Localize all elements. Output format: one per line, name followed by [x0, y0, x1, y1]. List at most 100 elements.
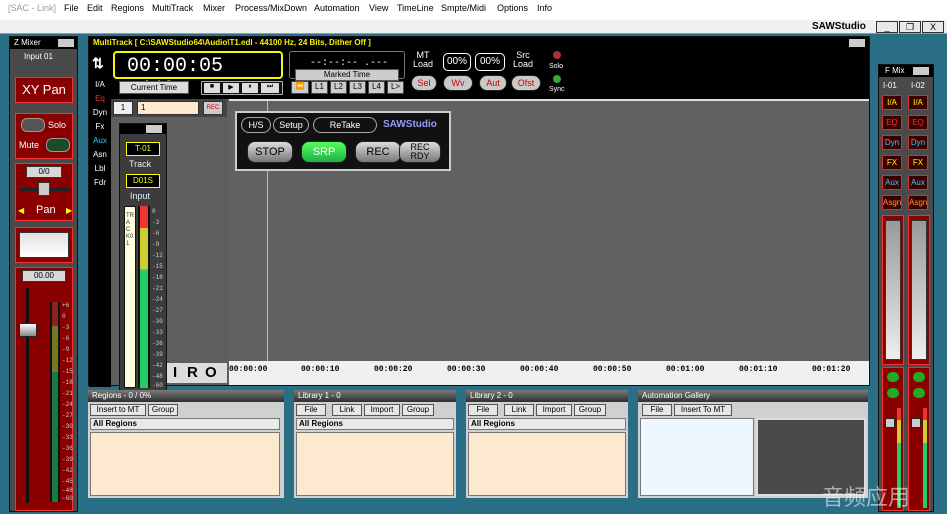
sel-button[interactable]: Sel — [411, 75, 437, 91]
locator-l3[interactable]: L3 — [349, 81, 366, 94]
iro-r-button[interactable]: R — [187, 364, 198, 381]
library1-link-button[interactable]: Link — [332, 404, 362, 416]
rewind-locator-icon[interactable]: ⏪ — [291, 81, 309, 94]
fmix-2-aux-button[interactable]: Aux — [908, 175, 928, 190]
side-tab-aux[interactable]: Aux — [91, 135, 109, 147]
stop-button[interactable]: STOP — [247, 141, 293, 163]
play-mini-icon[interactable]: ▶ — [223, 83, 239, 93]
locator-l2[interactable]: L2 — [330, 81, 347, 94]
automation-insert-button[interactable]: Insert To MT — [674, 404, 732, 416]
input-id[interactable]: D01S — [126, 174, 160, 188]
close-button[interactable]: X — [922, 21, 944, 33]
iro-i-button[interactable]: I — [173, 364, 177, 381]
wv-button[interactable]: Wv — [443, 75, 473, 91]
menu-info[interactable]: Info — [537, 3, 552, 13]
menu-edit[interactable]: Edit — [87, 3, 103, 13]
forward-mini-icon[interactable]: ⏭ — [261, 83, 279, 93]
track-id[interactable]: T-01 — [126, 142, 160, 156]
stop-mini-icon[interactable]: ■ — [204, 83, 220, 93]
ofst-button[interactable]: Ofst — [511, 75, 541, 91]
fmix-1-aux-button[interactable]: Aux — [882, 175, 902, 190]
side-tab-dyn[interactable]: Dyn — [91, 107, 109, 119]
regions-group-button[interactable]: Group — [148, 404, 178, 416]
updown-arrows-icon[interactable]: ⇅ — [92, 55, 104, 72]
pan-value[interactable]: 0/0 — [26, 166, 62, 178]
current-time-counter[interactable]: 00:00:05 .449 — [113, 51, 283, 101]
pan-left-icon[interactable]: ◀ — [18, 206, 24, 215]
side-tab-asn[interactable]: Asn — [91, 149, 109, 161]
fmix-1-solo-icon[interactable] — [887, 372, 899, 382]
fmix-1-mute-icon[interactable] — [887, 388, 899, 398]
minimize-button[interactable]: _ — [876, 21, 898, 33]
side-tab-lbl[interactable]: Lbl — [91, 163, 109, 175]
fader-track[interactable] — [26, 288, 29, 503]
retake-button[interactable]: ReTake — [313, 117, 377, 133]
srp-button[interactable]: SRP — [301, 141, 347, 163]
side-tab-fx[interactable]: Fx — [91, 121, 109, 133]
menu-smpte-midi[interactable]: Smpte/Midi — [441, 3, 486, 13]
f-mix-collapse-icon[interactable] — [913, 67, 929, 75]
menu-regions[interactable]: Regions — [111, 3, 144, 13]
library1-import-button[interactable]: Import — [364, 404, 400, 416]
fmix-1-fader-knob[interactable] — [885, 418, 895, 428]
fmix-2-fader-knob[interactable] — [911, 418, 921, 428]
menu-file[interactable]: File — [64, 3, 79, 13]
locator-lnext[interactable]: L> — [387, 81, 404, 94]
scribble-strip[interactable] — [19, 232, 69, 258]
side-tab-eq[interactable]: Eq — [91, 93, 109, 105]
library2-list[interactable] — [468, 432, 626, 496]
side-tab-fdr[interactable]: Fdr — [91, 177, 109, 189]
library2-import-button[interactable]: Import — [536, 404, 572, 416]
fmix-1-eq-button[interactable]: EQ — [882, 115, 902, 130]
fmix-1-scribble-strip[interactable] — [885, 220, 901, 360]
gain-value[interactable]: 00.00 — [22, 270, 66, 282]
pan-slider-knob[interactable] — [38, 182, 50, 196]
automation-file-button[interactable]: File — [642, 404, 672, 416]
multitrack-collapse-icon[interactable] — [849, 39, 865, 47]
locator-l1[interactable]: L1 — [311, 81, 328, 94]
fader-knob[interactable] — [19, 323, 37, 337]
fmix-2-ia-button[interactable]: I/A — [908, 95, 928, 110]
library1-group-button[interactable]: Group — [402, 404, 434, 416]
menu-view[interactable]: View — [369, 3, 388, 13]
track-name-field[interactable]: 1 — [137, 101, 199, 115]
fmix-2-scribble-strip[interactable] — [911, 220, 927, 360]
fmix-2-mute-icon[interactable] — [913, 388, 925, 398]
library1-file-button[interactable]: File — [296, 404, 326, 416]
iro-o-button[interactable]: O — [205, 364, 217, 381]
library1-list[interactable] — [296, 432, 454, 496]
fmix-1-asgn-button[interactable]: Asgn — [882, 195, 902, 210]
fmix-2-dyn-button[interactable]: Dyn — [908, 135, 928, 150]
library2-link-button[interactable]: Link — [504, 404, 534, 416]
track-number-field[interactable]: 1 — [113, 101, 133, 115]
aut-button[interactable]: Aut — [479, 75, 507, 91]
fmix-2-fx-button[interactable]: FX — [908, 155, 928, 170]
menu-automation[interactable]: Automation — [314, 3, 360, 13]
z-mixer-collapse-icon[interactable] — [58, 39, 74, 47]
menu-multitrack[interactable]: MultiTrack — [152, 3, 193, 13]
xy-pan-button[interactable]: XY Pan — [15, 77, 73, 103]
mute-led-button[interactable] — [46, 138, 70, 152]
library2-group-button[interactable]: Group — [574, 404, 606, 416]
regions-insert-button[interactable]: Insert to MT — [90, 404, 146, 416]
pan-right-icon[interactable]: ▶ — [66, 206, 72, 215]
track-rec-button[interactable]: REC — [203, 101, 223, 115]
setup-button[interactable]: Setup — [273, 117, 309, 133]
menu-timeline[interactable]: TimeLine — [397, 3, 434, 13]
solo-led-button[interactable] — [21, 118, 45, 132]
rec-button[interactable]: REC — [355, 141, 401, 163]
locator-l4[interactable]: L4 — [368, 81, 385, 94]
fmix-1-dyn-button[interactable]: Dyn — [882, 135, 902, 150]
timeline-ruler[interactable]: 00:00:00 00:00:10 00:00:20 00:00:30 00:0… — [229, 361, 869, 385]
fmix-2-solo-icon[interactable] — [913, 372, 925, 382]
restore-button[interactable]: ❐ — [899, 21, 921, 33]
track-strip-collapse-icon[interactable] — [146, 125, 162, 133]
pause-mini-icon[interactable]: ⏸ — [242, 83, 258, 93]
regions-list[interactable] — [90, 432, 280, 496]
fmix-1-ia-button[interactable]: I/A — [882, 95, 902, 110]
menu-options[interactable]: Options — [497, 3, 528, 13]
fmix-1-fx-button[interactable]: FX — [882, 155, 902, 170]
library2-file-button[interactable]: File — [468, 404, 498, 416]
track-fader[interactable]: TRACK01 — [124, 206, 136, 388]
automation-list[interactable] — [640, 418, 754, 496]
